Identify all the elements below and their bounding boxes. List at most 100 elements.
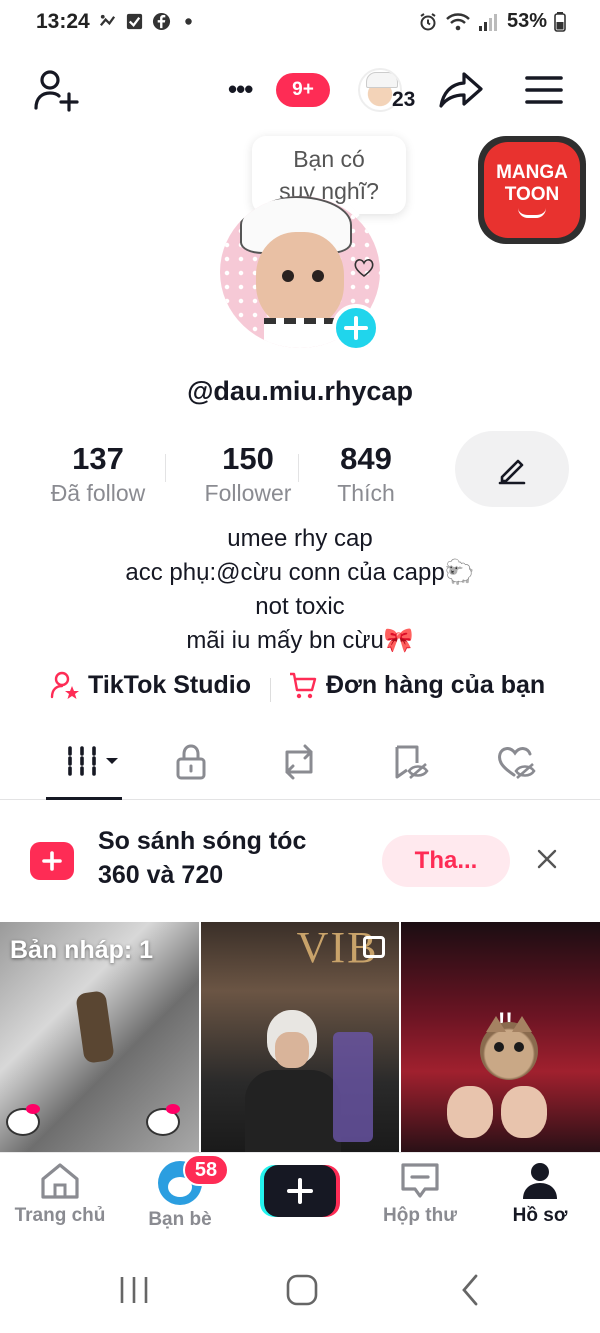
- mangatoon-line2: TOON: [504, 184, 560, 205]
- menu-button[interactable]: [520, 68, 568, 112]
- heart-hidden-icon: [498, 747, 536, 779]
- home-icon: [41, 1163, 79, 1199]
- status-bar: 13:24 53%: [0, 0, 600, 44]
- stat-following-value: 137: [72, 441, 124, 476]
- grid-icon: [68, 746, 118, 778]
- friends-badge: 58: [183, 1154, 229, 1186]
- cat-ear: [486, 1016, 506, 1032]
- tab-favorites[interactable]: [384, 740, 434, 784]
- mangatoon-floating-button[interactable]: MANGA TOON: [478, 136, 586, 244]
- nav-home-label: Trang chủ: [14, 1205, 106, 1226]
- status-time: 13:24: [36, 10, 90, 33]
- tiktok-studio-link[interactable]: TikTok Studio: [50, 670, 251, 700]
- nav-inbox[interactable]: Hộp thư: [360, 1161, 480, 1227]
- home-system-button[interactable]: [282, 1270, 322, 1310]
- add-story-button[interactable]: [332, 304, 380, 352]
- bio-line: mãi iu mấy bn cừu🎀: [186, 627, 414, 654]
- share-profile-button[interactable]: [436, 68, 486, 112]
- back-button[interactable]: [450, 1270, 490, 1310]
- avatar-face: [256, 232, 344, 328]
- nav-friends-label: Bạn bè: [148, 1209, 212, 1230]
- add-friend-button[interactable]: [30, 68, 82, 112]
- plus-icon: [287, 1178, 313, 1204]
- person-face: [274, 1032, 309, 1068]
- bio-line: umee rhy cap: [227, 525, 373, 552]
- recent-apps-icon: [120, 1277, 148, 1303]
- system-nav-bar: [0, 1248, 600, 1333]
- more-icon[interactable]: •••: [228, 74, 253, 105]
- cat-eye: [494, 1042, 504, 1052]
- person-face: [501, 1086, 548, 1138]
- recent-apps-button[interactable]: [114, 1270, 154, 1310]
- menu-icon: [525, 76, 563, 104]
- bottom-nav: Trang chủ Bạn bè Hộp thư Hồ sơ: [0, 1152, 600, 1248]
- video-thumbnail-2[interactable]: VIB: [200, 922, 400, 1152]
- promo-action-button[interactable]: Tha...: [382, 835, 510, 887]
- thumbnail-person: [244, 1010, 341, 1152]
- promo-text: So sánh sóng tóc 360 và 720: [98, 824, 338, 892]
- avatar-eye: [282, 270, 294, 282]
- promo-line1: So sánh sóng tóc: [98, 827, 307, 855]
- stat-likes[interactable]: 849 Thích: [318, 442, 414, 508]
- person-body: [244, 1070, 341, 1152]
- home-square-icon: [286, 1274, 318, 1306]
- create-plus-icon: [264, 1165, 336, 1217]
- battery-icon: [554, 11, 566, 32]
- create-button[interactable]: [260, 1165, 340, 1217]
- links-divider: [270, 678, 271, 702]
- figurine: [75, 990, 115, 1064]
- tab-private[interactable]: [166, 740, 216, 784]
- orders-link[interactable]: Đơn hàng của bạn: [288, 670, 545, 700]
- cat-eye: [514, 1042, 524, 1052]
- active-tab-indicator: [46, 797, 122, 800]
- kitty-bow: [26, 1104, 40, 1114]
- banner-stand: [332, 1032, 373, 1142]
- tab-reposts[interactable]: [274, 740, 324, 784]
- add-user-icon: [34, 70, 79, 112]
- stat-followers-label: Follower: [204, 480, 292, 506]
- thought-bubble-line1: Bạn có: [293, 146, 365, 172]
- close-icon: [537, 849, 557, 869]
- heart-doodle-icon: [354, 259, 374, 278]
- stat-likes-value: 849: [340, 441, 392, 476]
- stat-following[interactable]: 137 Đã follow: [36, 442, 160, 508]
- back-chevron-icon: [462, 1274, 478, 1306]
- person-face: [447, 1086, 494, 1138]
- signal-icon: [478, 13, 497, 31]
- repost-icon: [285, 744, 313, 780]
- promo-close-button[interactable]: [530, 842, 564, 876]
- profile-username: @dau.miu.rhycap: [187, 376, 413, 406]
- stat-divider: [298, 454, 299, 482]
- stat-followers[interactable]: 150 Follower: [190, 442, 306, 508]
- facebook-icon: [152, 12, 171, 31]
- promo-plus-icon: [30, 842, 74, 880]
- orders-label: Đơn hàng của bạn: [326, 670, 546, 699]
- promo-banner[interactable]: So sánh sóng tóc 360 và 720 Tha...: [0, 812, 600, 912]
- dot-icon: [185, 18, 192, 25]
- studio-icon: [50, 671, 79, 699]
- stat-divider: [165, 454, 166, 482]
- nav-home[interactable]: Trang chủ: [0, 1161, 120, 1227]
- bookmark-hidden-icon: [395, 745, 429, 779]
- edit-profile-button[interactable]: [455, 431, 569, 507]
- nav-inbox-label: Hộp thư: [383, 1205, 457, 1226]
- avatar-collar: [264, 318, 336, 348]
- nav-profile[interactable]: Hồ sơ: [480, 1161, 600, 1227]
- video-thumbnail-draft[interactable]: Bản nháp: 1: [0, 922, 199, 1152]
- draft-label: Bản nháp: 1: [10, 936, 154, 964]
- stat-followers-value: 150: [222, 441, 274, 476]
- activity-icon: [99, 14, 116, 27]
- pencil-icon: [498, 459, 526, 485]
- tab-videos[interactable]: [60, 740, 124, 784]
- alarm-icon: [420, 12, 436, 30]
- stat-likes-label: Thích: [337, 480, 395, 506]
- content-tabs: [0, 728, 600, 800]
- inbox-icon: [401, 1163, 439, 1198]
- plus-icon: [42, 851, 62, 871]
- kitty-bow: [166, 1104, 180, 1114]
- notification-badge[interactable]: 9+: [276, 73, 330, 107]
- tab-liked[interactable]: [492, 740, 542, 784]
- status-icons-left: [98, 12, 198, 31]
- promo-line2: 360 và 720: [98, 861, 224, 889]
- nav-profile-label: Hồ sơ: [512, 1205, 568, 1226]
